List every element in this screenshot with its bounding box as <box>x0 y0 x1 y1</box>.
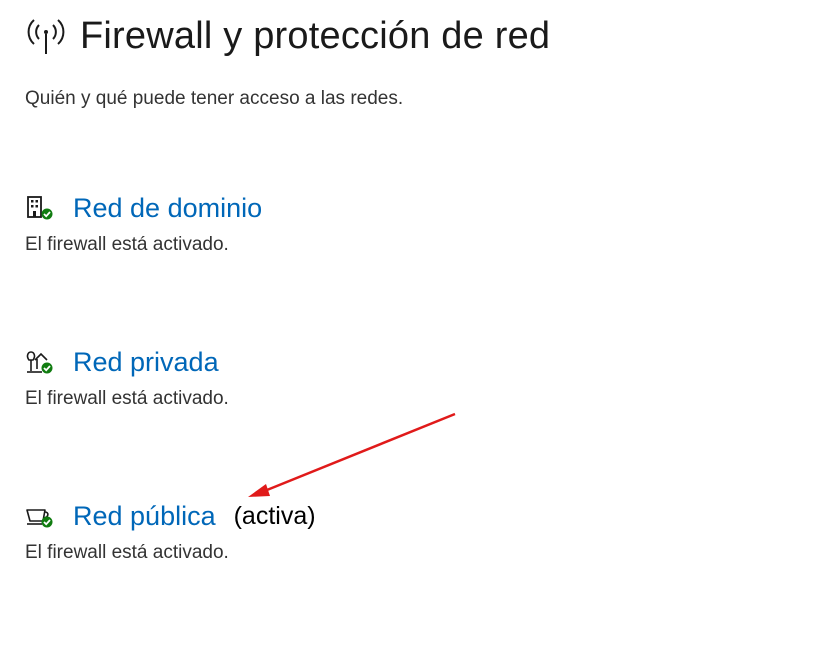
network-public-active-badge: (activa) <box>233 501 316 530</box>
building-shield-icon <box>25 193 55 223</box>
network-domain-link[interactable]: Red de dominio <box>73 193 262 224</box>
network-public: Red pública (activa) El firewall está ac… <box>25 496 725 564</box>
wifi-antenna-icon <box>24 14 68 58</box>
network-domain: Red de dominio El firewall está activado… <box>25 188 725 256</box>
network-private-header: Red privada <box>25 342 725 382</box>
house-shield-icon <box>25 347 55 377</box>
network-private-status: El firewall está activado. <box>25 388 229 409</box>
network-public-header: Red pública (activa) <box>25 496 725 536</box>
page-subtitle: Quién y qué puede tener acceso a las red… <box>25 88 404 109</box>
network-domain-header: Red de dominio <box>25 188 725 228</box>
page-title: Firewall y protección de red <box>80 14 551 57</box>
network-public-link[interactable]: Red pública <box>73 501 216 532</box>
page-header: Firewall y protección de red <box>24 14 550 58</box>
network-public-status: El firewall está activado. <box>25 542 229 563</box>
network-domain-status: El firewall está activado. <box>25 234 229 255</box>
network-private-link[interactable]: Red privada <box>73 347 219 378</box>
coffee-cup-shield-icon <box>25 501 55 531</box>
network-private: Red privada El firewall está activado. <box>25 342 725 410</box>
